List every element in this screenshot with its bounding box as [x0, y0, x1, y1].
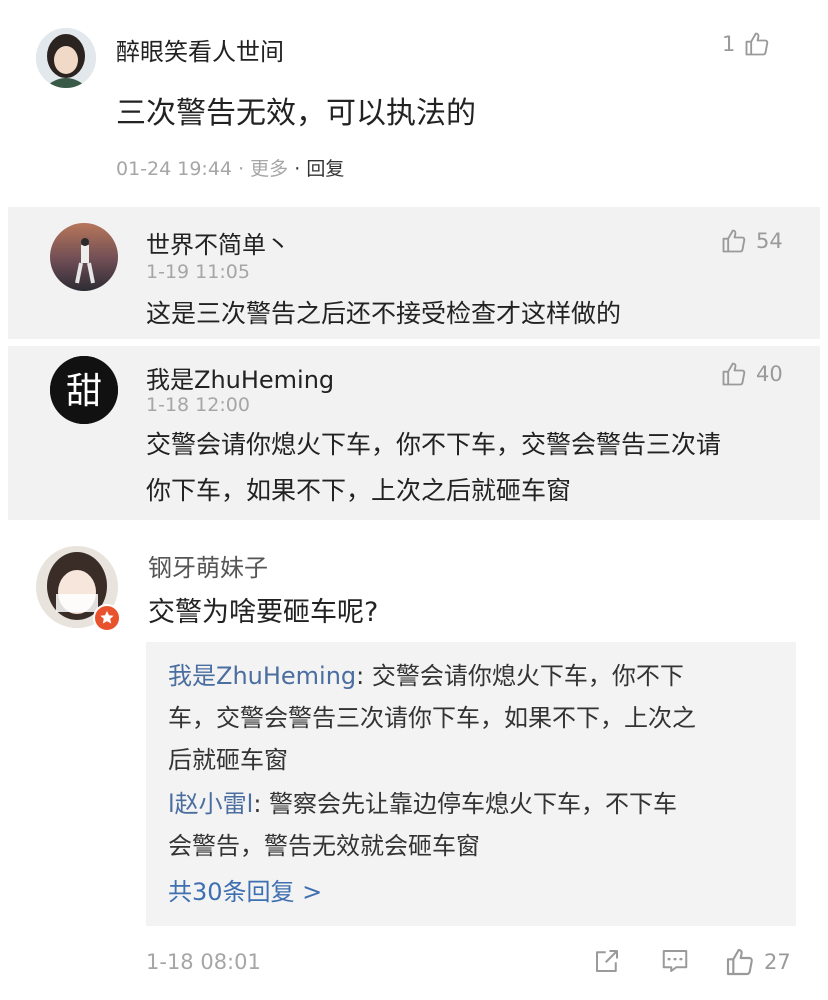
comment-icon — [662, 950, 688, 972]
badge-star-icon — [100, 611, 114, 624]
reply-panel-2: 甜 我是ZhuHeming 40 1-18 12:00 交警会请你熄火下车，你不… — [8, 346, 820, 520]
comment-3-like-button[interactable]: 27 — [724, 946, 791, 978]
reply-2-author[interactable]: 我是ZhuHeming — [146, 360, 334, 395]
main-comment-text: 三次警告无效，可以执法的 — [116, 96, 476, 131]
quoted-reply-2-author[interactable]: l赵小雷l — [168, 790, 253, 818]
comment-3-like-count: 27 — [764, 950, 791, 974]
thumbs-up-icon — [743, 30, 771, 58]
reply-1-like-button[interactable]: 54 — [720, 227, 783, 255]
quoted-reply-1-line-1: 我是ZhuHeming: 交警会请你熄火下车，你不下 — [168, 662, 684, 690]
reply-1-author[interactable]: 世界不简单丶 — [146, 225, 290, 260]
reply-link[interactable]: 回复 — [306, 158, 344, 180]
quoted-reply-1-author[interactable]: 我是ZhuHeming — [168, 662, 356, 690]
share-button[interactable] — [592, 946, 622, 976]
verified-badge — [93, 604, 121, 632]
reply-2-text-line-1: 交警会请你熄火下车，你不下车，交警会警告三次请 — [146, 430, 722, 459]
avatar-reply-1[interactable] — [50, 223, 118, 291]
quoted-reply-1-line-3: 后就砸车窗 — [168, 746, 288, 774]
comment-3-author[interactable]: 钢牙萌妹子 — [148, 548, 268, 583]
thumbs-up-icon — [720, 227, 748, 255]
avatar-reply-2[interactable]: 甜 — [50, 356, 118, 424]
thumbs-up-icon — [720, 360, 748, 388]
main-comment-time: 01-24 19:44 — [116, 158, 233, 180]
quoted-reply-1-line-2: 车，交警会警告三次请你下车，如果不下，上次之 — [168, 704, 696, 732]
reply-1-like-count: 54 — [756, 229, 783, 253]
main-comment-author[interactable]: 醉眼笑看人世间 — [116, 32, 284, 67]
main-like-count: 1 — [722, 32, 736, 56]
comment-3-text: 交警为啥要砸车呢? — [148, 597, 379, 628]
main-comment-meta: 01-24 19:44 · 更多 · 回复 — [116, 158, 345, 180]
main-like-button[interactable]: 1 — [722, 30, 771, 58]
reply-panel-1: 世界不简单丶 54 1-19 11:05 这是三次警告之后还不接受检查才这样做的 — [8, 207, 820, 339]
comment-3-time: 1-18 08:01 — [146, 950, 261, 974]
reply-2-like-count: 40 — [756, 362, 783, 386]
quoted-reply-2-line-1: l赵小雷l: 警察会先让靠边停车熄火下车，不下车 — [168, 790, 678, 818]
reply-2-text-line-2: 你下车，如果不下，上次之后就砸车窗 — [146, 476, 572, 505]
quoted-replies-box[interactable]: 我是ZhuHeming: 交警会请你熄火下车，你不下 车，交警会警告三次请你下车… — [146, 642, 796, 926]
comment-button[interactable] — [660, 946, 690, 976]
view-all-replies-link[interactable]: 共30条回复 > — [168, 872, 322, 912]
more-link[interactable]: 更多 — [250, 158, 288, 180]
avatar-main[interactable] — [36, 28, 96, 88]
avatar-char: 甜 — [66, 371, 102, 412]
reply-2-like-button[interactable]: 40 — [720, 360, 783, 388]
thumbs-up-icon — [724, 946, 756, 978]
share-icon — [596, 950, 618, 972]
quoted-reply-2-line-2: 会警告，警告无效就会砸车窗 — [168, 832, 480, 860]
reply-1-time: 1-19 11:05 — [146, 261, 250, 283]
reply-2-time: 1-18 12:00 — [146, 394, 250, 416]
reply-1-text: 这是三次警告之后还不接受检查才这样做的 — [146, 299, 622, 328]
